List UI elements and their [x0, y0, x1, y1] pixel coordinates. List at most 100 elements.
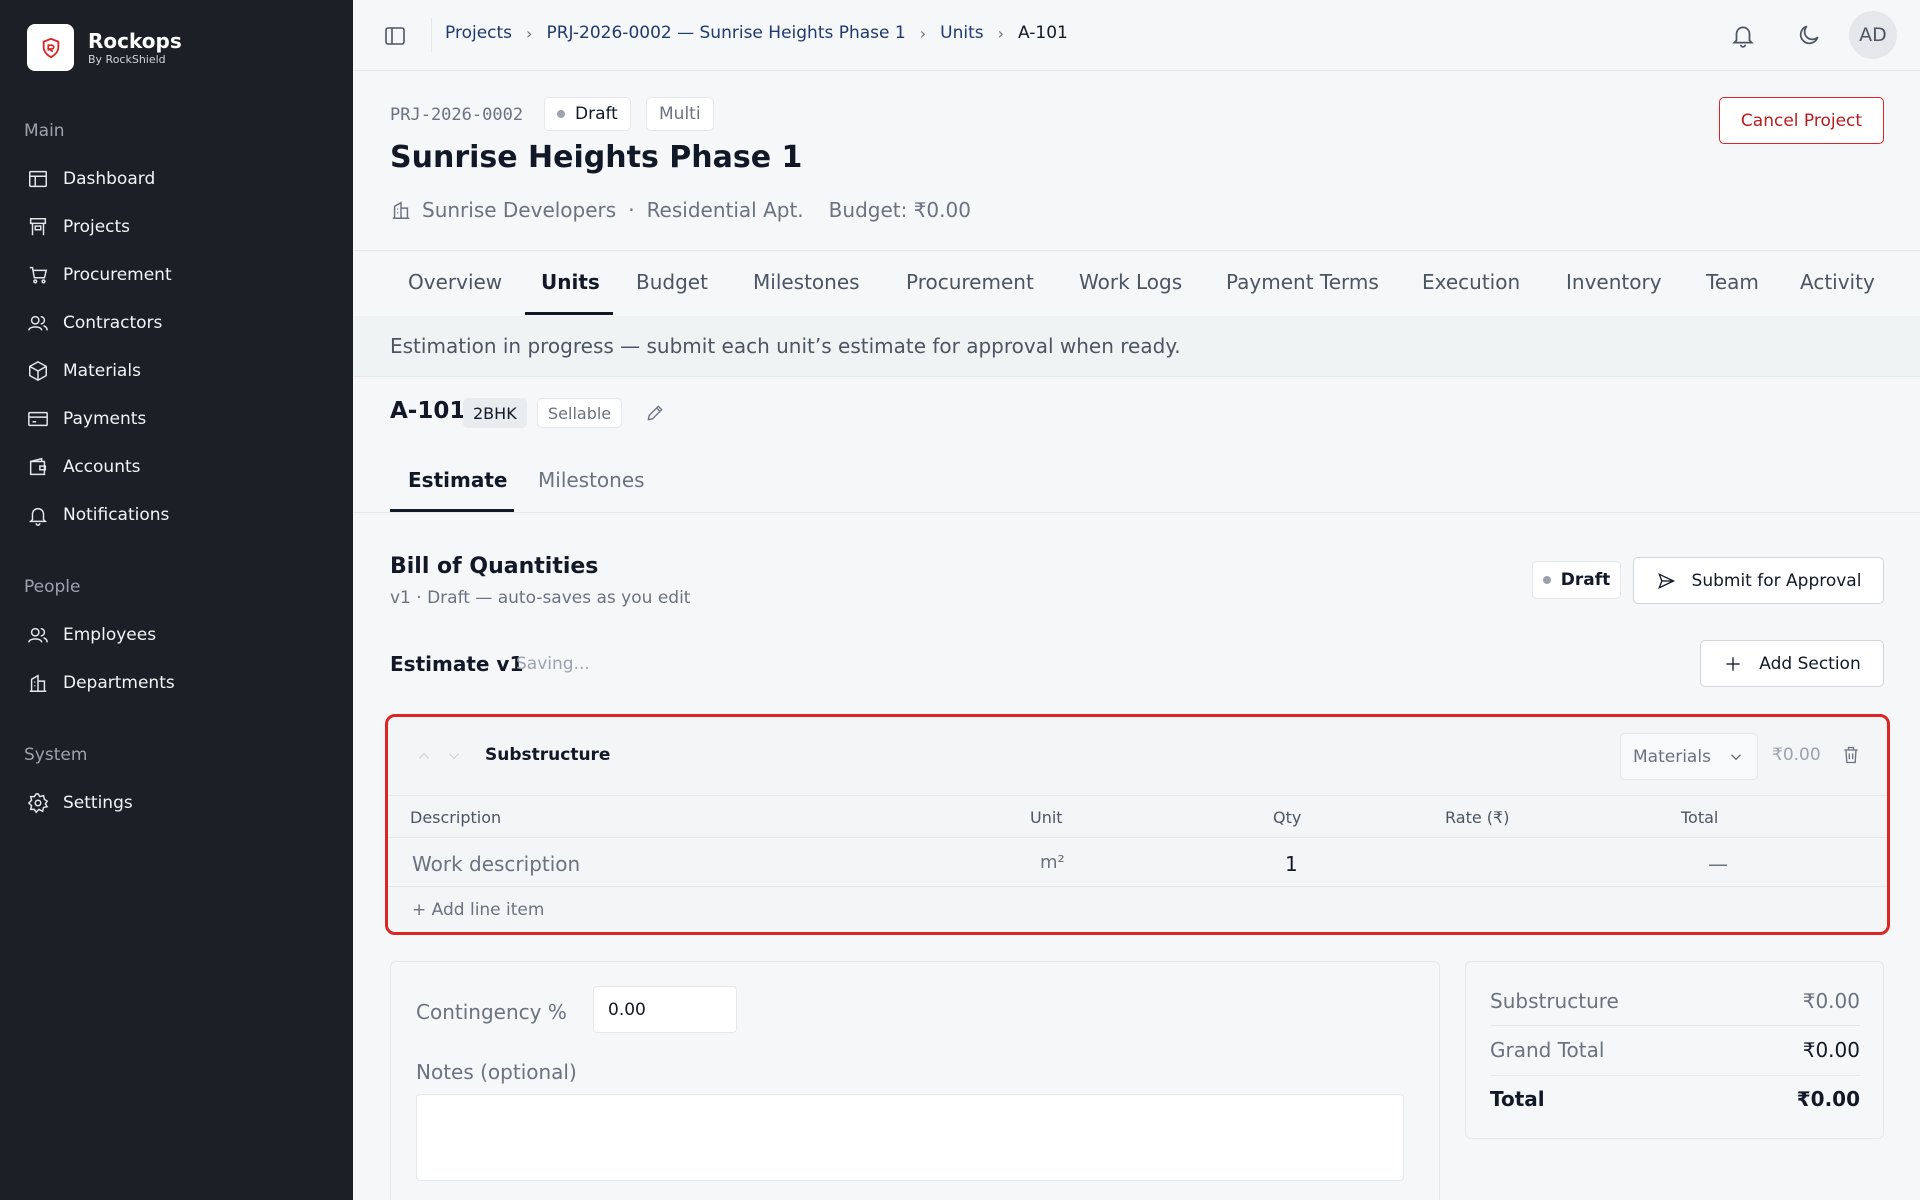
sidebar-item-accounts[interactable]: Accounts: [27, 447, 327, 487]
qty-input[interactable]: 1: [1285, 852, 1298, 876]
tab-overview[interactable]: Overview: [408, 270, 502, 294]
section-category-select[interactable]: Materials: [1620, 733, 1758, 780]
tab-payment-terms[interactable]: Payment Terms: [1226, 270, 1379, 294]
status-dot: [557, 110, 565, 118]
subtab-estimate[interactable]: Estimate: [408, 468, 507, 492]
breadcrumb-units[interactable]: Units: [940, 23, 983, 43]
sidebar-item-projects[interactable]: Projects: [27, 207, 327, 247]
description-input[interactable]: Work description: [412, 852, 580, 876]
tab-activity[interactable]: Activity: [1800, 270, 1875, 294]
summary-row: Grand Total ₹0.00: [1490, 1038, 1860, 1062]
sidebar-item-employees[interactable]: Employees: [27, 615, 327, 655]
table-header: Description Unit Qty Rate (₹) Total: [388, 795, 1887, 838]
tab-execution[interactable]: Execution: [1422, 270, 1520, 294]
type-badge: Multi: [646, 97, 714, 131]
rate-input[interactable]: [1445, 852, 1595, 874]
boq-subtitle: v1 · Draft — auto-saves as you edit: [390, 588, 691, 608]
sidebar-item-label: Settings: [63, 793, 133, 813]
subtab-active-indicator: [390, 509, 514, 512]
breadcrumb-projects[interactable]: Projects: [445, 23, 512, 43]
summary-row: Total ₹0.00: [1490, 1087, 1860, 1111]
column-qty: Qty: [1273, 808, 1302, 827]
tabs-divider: [353, 250, 1920, 251]
tab-inventory[interactable]: Inventory: [1566, 270, 1662, 294]
breadcrumb: Projects › PRJ-2026-0002 — Sunrise Heigh…: [445, 23, 1068, 43]
avatar[interactable]: AD: [1849, 11, 1897, 59]
tab-units[interactable]: Units: [541, 270, 600, 294]
sidebar-item-procurement[interactable]: Procurement: [27, 255, 327, 295]
unit-cell[interactable]: m²: [1040, 852, 1065, 873]
topbar: Projects › PRJ-2026-0002 — Sunrise Heigh…: [353, 0, 1920, 71]
section-category-value: Materials: [1633, 746, 1711, 767]
boq-section-card: Substructure Materials ₹0.00 Description…: [385, 714, 1890, 935]
moon-icon[interactable]: [1796, 22, 1822, 48]
sidebar-item-label: Accounts: [63, 457, 141, 477]
credit-card-icon: [28, 411, 48, 427]
tab-procurement[interactable]: Procurement: [906, 270, 1034, 294]
sidebar-item-dashboard[interactable]: Dashboard: [27, 159, 327, 199]
sidebar-item-settings[interactable]: Settings: [27, 783, 327, 823]
nav-section-people: People: [24, 577, 81, 597]
bell-icon[interactable]: [1730, 22, 1756, 48]
subtab-milestones[interactable]: Milestones: [538, 468, 645, 492]
add-line-item-button[interactable]: + Add line item: [412, 900, 544, 920]
building-icon: [392, 201, 410, 219]
breadcrumb-project[interactable]: PRJ-2026-0002 — Sunrise Heights Phase 1: [546, 23, 905, 43]
chevron-down-icon[interactable]: [445, 747, 463, 765]
sidebar-item-payments[interactable]: Payments: [27, 399, 327, 439]
trash-icon[interactable]: [1841, 745, 1861, 765]
unit-code: A-101: [390, 398, 466, 424]
row-total: —: [1708, 852, 1728, 876]
column-rate: Rate (₹): [1445, 808, 1510, 827]
contingency-input[interactable]: 0.00: [593, 986, 737, 1033]
sidebar-item-label: Contractors: [63, 313, 163, 333]
cancel-project-button[interactable]: Cancel Project: [1719, 97, 1884, 144]
section-total: ₹0.00: [1772, 745, 1821, 765]
tab-budget[interactable]: Budget: [636, 270, 708, 294]
bell-icon: [28, 507, 48, 526]
projects-icon: [29, 218, 47, 236]
sidebar-item-label: Dashboard: [63, 169, 156, 189]
cart-icon: [29, 266, 48, 284]
column-description: Description: [410, 808, 502, 827]
boq-status-label: Draft: [1560, 570, 1611, 590]
summary-divider: [1490, 1025, 1860, 1026]
submit-for-approval-button[interactable]: Submit for Approval: [1633, 557, 1884, 604]
notes-textarea[interactable]: [416, 1094, 1404, 1181]
sidebar-toggle-icon[interactable]: [383, 24, 407, 48]
sidebar-item-departments[interactable]: Departments: [27, 663, 327, 703]
add-section-label: Add Section: [1759, 653, 1861, 674]
pencil-icon[interactable]: [645, 403, 665, 423]
tab-team[interactable]: Team: [1706, 270, 1759, 294]
sidebar-item-contractors[interactable]: Contractors: [27, 303, 327, 343]
info-banner: Estimation in progress — submit each uni…: [353, 316, 1920, 377]
status-badge: Draft: [544, 97, 631, 131]
sidebar-item-materials[interactable]: Materials: [27, 351, 327, 391]
plus-icon: [1726, 656, 1740, 671]
users-icon: [28, 315, 48, 331]
summary-value: ₹0.00: [1796, 1087, 1860, 1111]
brand[interactable]: Rockops By RockShield: [27, 24, 182, 71]
sidebar-item-notifications[interactable]: Notifications: [27, 495, 327, 535]
sidebar-item-label: Notifications: [63, 505, 170, 525]
developer-name: Sunrise Developers: [422, 198, 617, 222]
tab-milestones[interactable]: Milestones: [753, 270, 860, 294]
summary-row: Substructure ₹0.00: [1490, 989, 1860, 1013]
sidebar-item-label: Materials: [63, 361, 141, 381]
estimate-title: Estimate v1: [390, 652, 524, 676]
chevron-up-icon[interactable]: [415, 747, 433, 765]
chevron-right-icon: ›: [526, 23, 533, 43]
add-section-button[interactable]: Add Section: [1700, 640, 1884, 687]
brand-sub: By RockShield: [88, 52, 166, 66]
send-icon: [1657, 572, 1675, 589]
summary-value: ₹0.00: [1802, 989, 1860, 1013]
section-name[interactable]: Substructure: [485, 745, 610, 765]
sidebar-item-label: Employees: [63, 625, 157, 645]
gear-icon: [27, 793, 49, 814]
status-dot: [1542, 576, 1551, 584]
nav-section-main: Main: [24, 121, 65, 141]
sidebar-item-label: Departments: [63, 673, 175, 693]
meta-separator: ·: [628, 198, 635, 222]
tab-work-logs[interactable]: Work Logs: [1079, 270, 1182, 294]
table-row: Work description m² 1 —: [388, 838, 1887, 887]
